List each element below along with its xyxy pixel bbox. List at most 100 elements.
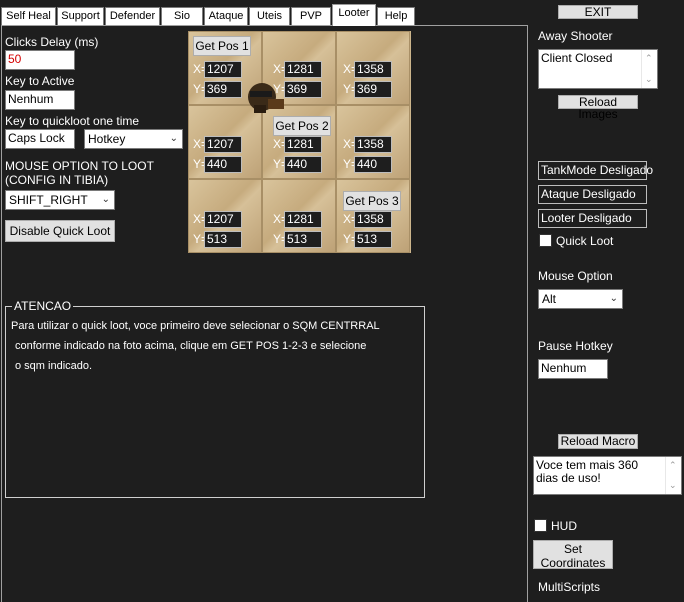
y-label: Y=	[273, 157, 289, 171]
pause-hotkey-input[interactable]: Nenhum	[538, 359, 608, 379]
client-status-box[interactable]: Client Closed ⌃ ⌄	[538, 49, 658, 89]
tab-looter[interactable]: Looter	[332, 4, 376, 26]
notice-line-3: o sqm indicado.	[15, 360, 93, 372]
y-label: Y=	[343, 232, 359, 246]
get-pos-2-button[interactable]: Get Pos 2	[273, 116, 331, 136]
tab-uteis[interactable]: Uteis	[249, 7, 290, 26]
key-active-input[interactable]: Nenhum	[5, 90, 75, 110]
x-label: X=	[343, 212, 359, 226]
coord-x-1-2: X=1281	[273, 61, 322, 78]
coord-value[interactable]: 440	[354, 156, 392, 173]
tab-pvp[interactable]: PVP	[291, 7, 331, 26]
tab-sio[interactable]: Sio	[161, 7, 203, 26]
coord-x-3-3: X=1358	[343, 211, 392, 228]
coord-value[interactable]: 440	[284, 156, 322, 173]
coord-value[interactable]: 1207	[204, 61, 242, 78]
reload-images-button[interactable]: Reload Images	[558, 95, 638, 120]
coord-y-2-3: Y=440	[343, 156, 392, 173]
away-shooter-label: Away Shooter	[538, 29, 613, 43]
set-coordinates-line-1: Set	[563, 542, 582, 556]
mouse-option-select[interactable]: Alt ⌄	[538, 289, 623, 309]
notice-title: ATENCAO	[12, 299, 74, 313]
scroll-up-icon[interactable]: ⌃	[669, 459, 677, 472]
coord-y-2-2: Y=440	[273, 156, 322, 173]
y-label: Y=	[273, 82, 289, 96]
mouse-option-loot-sublabel: (CONFIG IN TIBIA)	[5, 173, 109, 187]
quick-loot-checkbox[interactable]	[539, 234, 552, 247]
coord-x-2-1: X=1207	[193, 136, 242, 153]
coord-x-3-1: X=1207	[193, 211, 242, 228]
coord-value[interactable]: 513	[354, 231, 392, 248]
coord-value[interactable]: 513	[204, 231, 242, 248]
hud-checkbox[interactable]	[534, 519, 547, 532]
coord-value[interactable]: 440	[204, 156, 242, 173]
get-pos-1-button[interactable]: Get Pos 1	[193, 36, 251, 56]
tab-help[interactable]: Help	[377, 7, 415, 26]
ataque-status[interactable]: Ataque Desligado	[538, 185, 647, 204]
pause-hotkey-label: Pause Hotkey	[538, 339, 613, 353]
x-label: X=	[343, 137, 359, 151]
coord-value[interactable]: 1207	[204, 211, 242, 228]
coord-value[interactable]: 513	[284, 231, 322, 248]
x-label: X=	[273, 62, 289, 76]
chevron-down-icon: ⌄	[169, 133, 178, 144]
coord-y-2-1: Y=440	[193, 156, 242, 173]
coord-value[interactable]: 1358	[354, 136, 392, 153]
coord-value[interactable]: 1281	[284, 61, 322, 78]
coord-y-1-3: Y=369	[343, 81, 392, 98]
set-coordinates-button[interactable]: Set Coordinates	[533, 540, 613, 570]
x-label: X=	[273, 212, 289, 226]
tab-self-heal[interactable]: Self Heal	[1, 7, 56, 26]
multiscripts-label: MultiScripts	[538, 580, 601, 594]
y-label: Y=	[193, 157, 209, 171]
y-label: Y=	[193, 82, 209, 96]
y-label: Y=	[343, 82, 359, 96]
looter-status[interactable]: Looter Desligado	[538, 209, 647, 228]
scrollbar[interactable]: ⌃ ⌄	[641, 50, 657, 88]
hud-label: HUD	[551, 519, 577, 533]
tab-ataque[interactable]: Ataque	[204, 7, 248, 26]
mouse-option-loot-label: MOUSE OPTION TO LOOT	[5, 159, 154, 173]
quickloot-mode-value: Hotkey	[88, 132, 126, 146]
coord-x-2-3: X=1358	[343, 136, 392, 153]
chevron-down-icon: ⌄	[609, 293, 618, 304]
quickloot-key-input[interactable]: Caps Lock	[5, 129, 75, 149]
coord-value[interactable]: 369	[354, 81, 392, 98]
mouse-option-loot-select[interactable]: SHIFT_RIGHT ⌄	[5, 190, 115, 210]
x-label: X=	[193, 212, 209, 226]
days-message-box[interactable]: Voce tem mais 360 dias de uso! ⌃ ⌄	[533, 456, 682, 495]
disable-quick-loot-button[interactable]: Disable Quick Loot	[5, 220, 115, 242]
coord-y-3-1: Y=513	[193, 231, 242, 248]
coord-x-2-2: X=1281	[273, 136, 322, 153]
coord-value[interactable]: 1358	[354, 61, 392, 78]
tab-defender[interactable]: Defender	[105, 7, 160, 26]
y-label: Y=	[273, 232, 289, 246]
scroll-down-icon[interactable]: ⌄	[669, 479, 677, 492]
coord-y-3-2: Y=513	[273, 231, 322, 248]
notice-line-2: conforme indicado na foto acima, clique …	[15, 340, 367, 352]
y-label: Y=	[343, 157, 359, 171]
quickloot-mode-select[interactable]: Hotkey ⌄	[84, 129, 183, 149]
coord-value[interactable]: 369	[204, 81, 242, 98]
coord-value[interactable]: 1281	[284, 136, 322, 153]
exit-button[interactable]: EXIT	[558, 5, 638, 19]
coord-value[interactable]: 1358	[354, 211, 392, 228]
coord-x-3-2: X=1281	[273, 211, 322, 228]
reload-macro-button[interactable]: Reload Macro	[558, 434, 638, 449]
coord-value[interactable]: 369	[284, 81, 322, 98]
get-pos-3-button[interactable]: Get Pos 3	[343, 191, 401, 211]
scrollbar[interactable]: ⌃ ⌄	[665, 457, 681, 494]
tankmode-status[interactable]: TankMode Desligado	[538, 161, 653, 180]
coord-value[interactable]: 1207	[204, 136, 242, 153]
x-label: X=	[193, 137, 209, 151]
coord-x-1-1: X=1207	[193, 61, 242, 78]
mouse-option-value: Alt	[542, 292, 557, 306]
scroll-down-icon[interactable]: ⌄	[645, 73, 653, 86]
tab-support[interactable]: Support	[57, 7, 104, 26]
scroll-up-icon[interactable]: ⌃	[645, 52, 653, 65]
coord-value[interactable]: 1281	[284, 211, 322, 228]
clicks-delay-input[interactable]: 50	[5, 50, 75, 70]
days-message-text: Voce tem mais 360 dias de uso!	[536, 458, 639, 485]
coord-y-1-1: Y=369	[193, 81, 242, 98]
client-status-text: Client Closed	[541, 51, 613, 65]
